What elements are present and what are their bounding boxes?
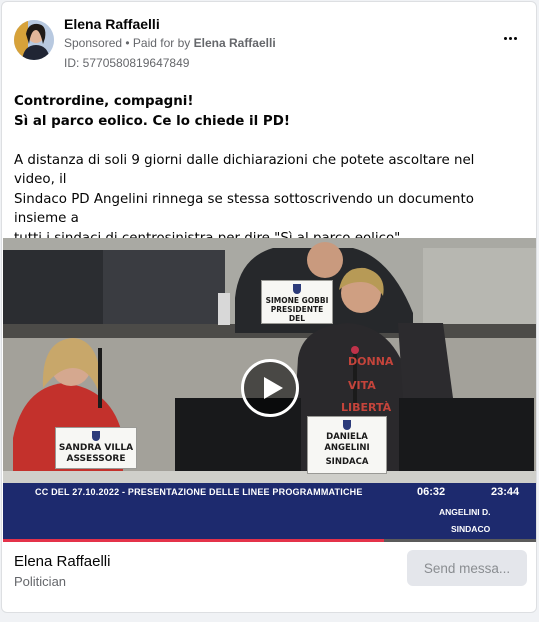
page-category: Politician [14,574,67,589]
broadcast-lower-third: CC DEL 27.10.2022 - PRESENTAZIONE DELLE … [3,483,536,539]
nameplate-villa: SANDRA VILLA ASSESSORE [55,427,137,469]
separator-dot: • [122,36,133,50]
body-line: Sindaco PD Angelini rinnega se stessa so… [14,191,474,227]
video-player[interactable]: DONNA VITA LIBERTÀ SIMONE GOBBI PRESIDEN… [3,238,536,542]
more-horizontal-icon [503,36,507,40]
sponsored-label: Sponsored [64,36,123,50]
send-message-button[interactable]: Send messa... [407,550,527,586]
nameplate-text: PRESIDENTE [270,305,324,314]
nameplate-gobbi: SIMONE GOBBI PRESIDENTE DEL [261,280,333,324]
sponsored-line: Sponsored • Paid for by Elena Raffaelli [64,36,276,50]
post-footer: Elena Raffaelli Politician Send messa... [2,542,536,612]
more-dot [513,36,517,40]
shirt-line-2: VITA [348,379,376,392]
nameplate-text: SANDRA VILLA [58,443,134,453]
shirt-text: DONNA [348,355,394,368]
ad-id: ID: 5770580819647849 [64,56,190,70]
broadcast-time-total: 23:44 [491,486,520,498]
nameplate-text: SINDACA [325,457,369,467]
crest-icon [343,420,351,430]
nameplate-text: DANIELA [326,432,368,442]
post-header: Elena Raffaelli Sponsored • Paid for by … [2,2,536,82]
ad-card: Elena Raffaelli Sponsored • Paid for by … [1,1,537,613]
play-button[interactable] [241,359,299,417]
more-options-button[interactable] [498,28,522,48]
broadcast-time-current: 06:32 [417,486,446,498]
play-icon [264,377,283,399]
crest-icon [293,284,301,294]
body-line: A distanza di soli 9 giorni dalle dichia… [14,152,475,188]
shirt-text: LIBERTÀ [341,401,392,414]
author-avatar[interactable] [14,20,54,60]
crest-icon [92,431,100,441]
nameplate-text: ASSESSORE [66,454,126,464]
shirt-text: VITA [348,379,376,392]
paid-for-prefix: Paid for by [132,36,194,50]
nameplate-angelini: DANIELA ANGELINI SINDACA [307,416,387,474]
headline-line: Sì al parco eolico. Ce lo chiede il PD! [14,113,290,129]
speaker-role: SINDACO [451,524,491,534]
headline-line: Contrordine, compagni! [14,94,194,109]
shirt-line-1: DONNA [348,355,394,368]
page-name[interactable]: Elena Raffaelli [14,553,110,570]
avatar-image [14,20,54,60]
paid-for-name[interactable]: Elena Raffaelli [194,36,276,50]
nameplate-text: DEL [288,314,306,323]
nameplate-text: SIMONE GOBBI [265,296,329,305]
nameplate-text: ANGELINI [324,443,370,453]
shirt-line-3: LIBERTÀ [341,401,392,414]
broadcast-title: CC DEL 27.10.2022 - PRESENTAZIONE DELLE … [35,487,363,497]
speaker-name: ANGELINI D. [439,507,491,517]
author-name[interactable]: Elena Raffaelli [64,16,160,32]
more-dot [508,36,512,40]
